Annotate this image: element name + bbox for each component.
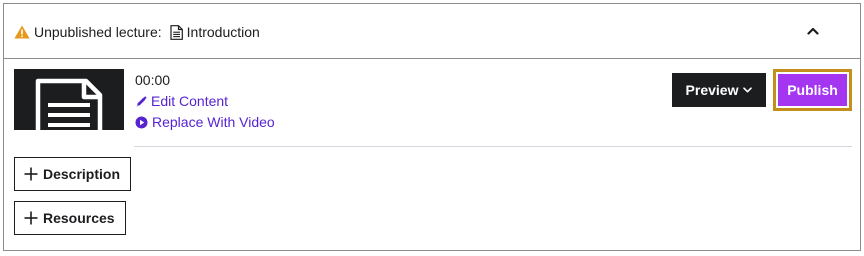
lecture-header-title: Unpublished lecture: Introduction xyxy=(14,22,260,42)
edit-content-link[interactable]: Edit Content xyxy=(135,91,275,112)
plus-icon xyxy=(24,211,38,225)
replace-with-video-label: Replace With Video xyxy=(152,114,275,130)
lecture-title: Introduction xyxy=(186,24,260,40)
lecture-duration: 00:00 xyxy=(135,72,171,88)
warning-icon xyxy=(14,25,30,39)
publish-button[interactable]: Publish xyxy=(778,74,847,106)
collapse-button[interactable] xyxy=(804,22,822,40)
lecture-panel: Unpublished lecture: Introduction 00:00 … xyxy=(3,3,861,251)
replace-with-video-link[interactable]: Replace With Video xyxy=(135,112,275,133)
content-divider xyxy=(134,146,852,147)
lecture-meta: 00:00 Edit Content Replace With Video xyxy=(135,70,275,133)
add-resources-button[interactable]: Resources xyxy=(14,201,126,235)
publish-focus-ring: Publish xyxy=(773,69,852,111)
lecture-status-label: Unpublished lecture: xyxy=(34,24,162,40)
lecture-header[interactable]: Unpublished lecture: Introduction xyxy=(4,4,860,59)
preview-label: Preview xyxy=(685,82,739,98)
edit-content-label: Edit Content xyxy=(151,93,229,109)
chevron-down-icon xyxy=(743,87,753,93)
lecture-thumbnail xyxy=(14,69,124,130)
document-icon xyxy=(170,24,183,40)
plus-icon xyxy=(24,167,38,181)
pencil-icon xyxy=(136,95,147,107)
play-circle-icon xyxy=(135,116,148,129)
resources-label: Resources xyxy=(43,210,115,226)
article-icon xyxy=(35,78,103,130)
chevron-up-icon xyxy=(807,27,819,35)
publish-label: Publish xyxy=(787,82,838,98)
preview-button[interactable]: Preview xyxy=(672,73,766,107)
description-label: Description xyxy=(43,166,121,182)
add-description-button[interactable]: Description xyxy=(14,157,132,191)
